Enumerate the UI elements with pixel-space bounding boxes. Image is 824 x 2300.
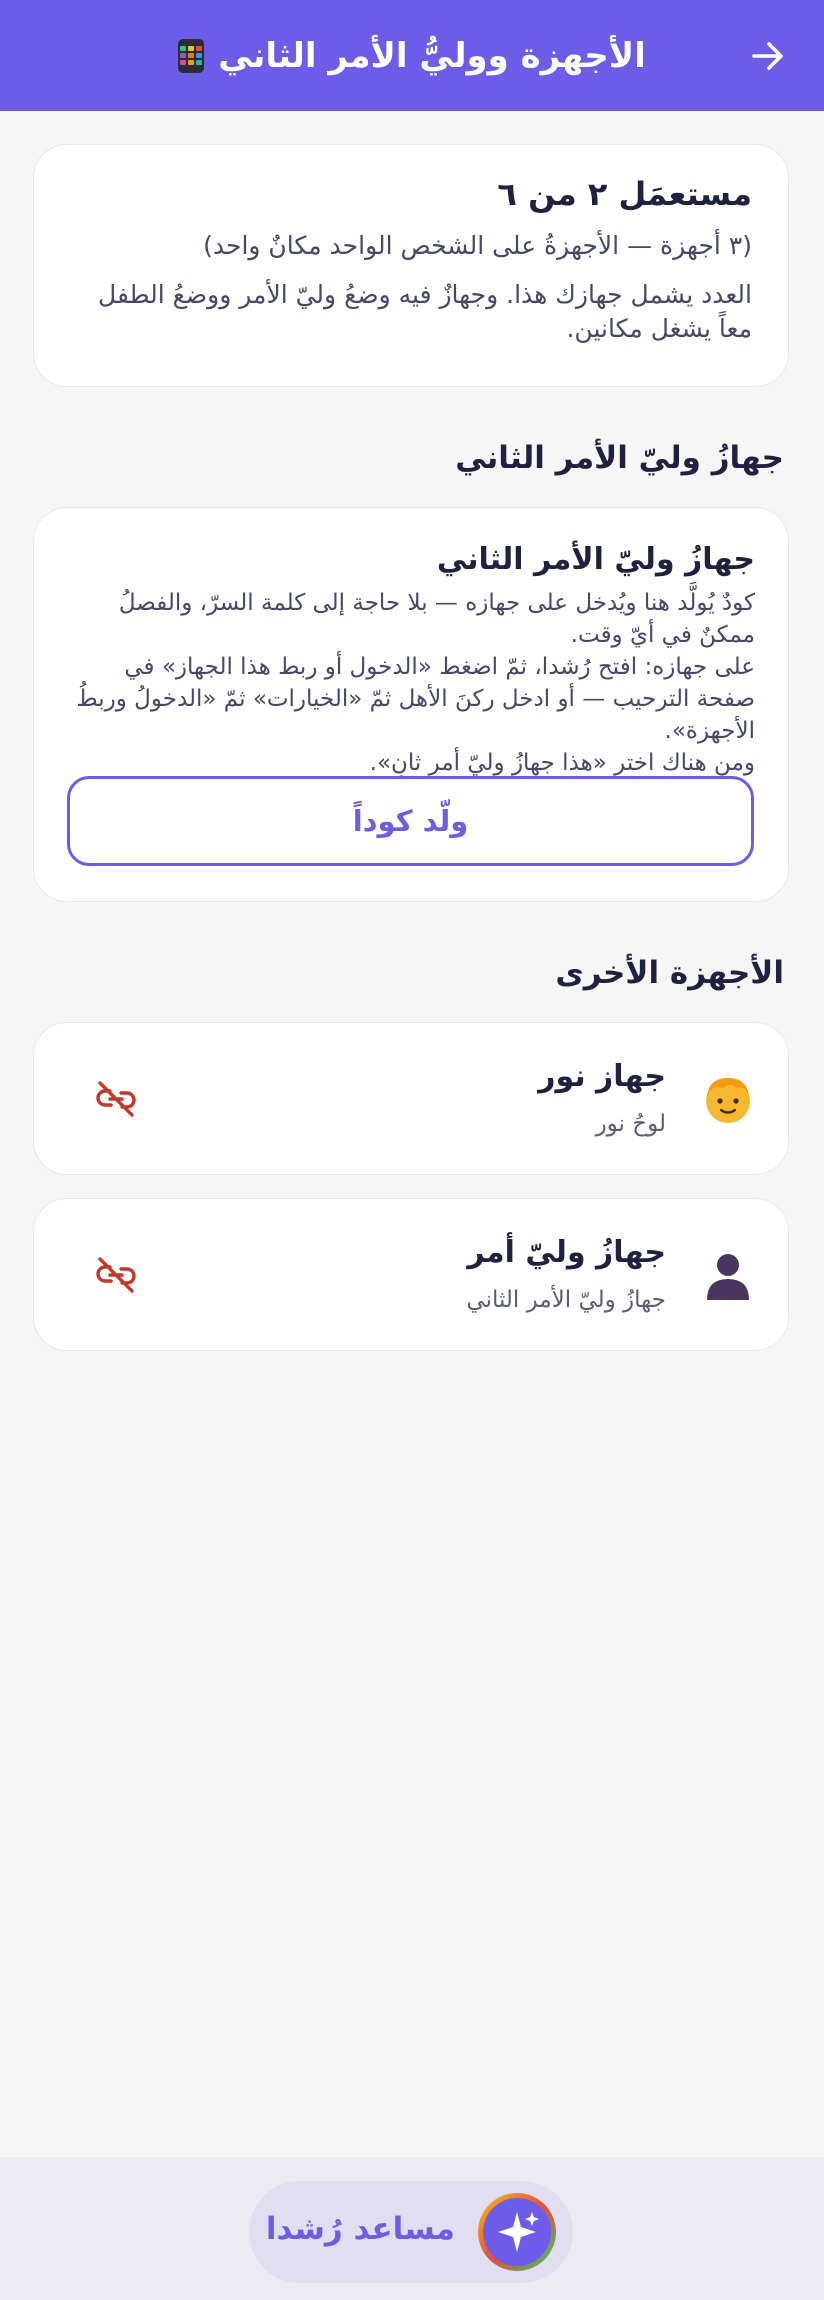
usage-description: العدد يشمل جهازك هذا. وجهازٌ فيه وضعُ ول…	[98, 280, 752, 343]
unlink-icon[interactable]	[92, 1251, 140, 1299]
parent-silhouette-icon	[707, 1253, 749, 1300]
device-subtitle: جهازُ وليّ الأمر الثاني	[466, 1287, 666, 1313]
app-header: الأجهزة ووليُّ الأمر الثاني	[0, 0, 824, 111]
device-name: جهاز نور	[538, 1059, 666, 1094]
usage-subtitle: (٣ أجهزة — الأجهزةُ على الشخص الواحد مكا…	[203, 231, 752, 260]
phone-grid-icon	[178, 38, 205, 73]
generate-code-button[interactable]: ولّد كوداً	[67, 776, 754, 866]
usage-title: مستعمَل ٢ من ٦	[497, 175, 752, 213]
header-title-wrap: الأجهزة ووليُّ الأمر الثاني	[0, 0, 824, 111]
other-devices-section-title: الأجهزة الأخرى	[555, 955, 784, 991]
device-subtitle: لوحُ نور	[595, 1111, 666, 1137]
device-row: جهازُ وليّ أمر جهازُ وليّ الأمر الثاني	[33, 1198, 789, 1351]
second-parent-card-title: جهازُ وليّ الأمر الثاني	[436, 542, 755, 577]
assistant-button[interactable]: مساعد رُشدا	[249, 2181, 573, 2283]
assistant-label: مساعد رُشدا	[265, 2211, 455, 2247]
pairing-instruction-2: على جهازه: افتح رُشدا، ثمّ اضغط «الدخول …	[76, 654, 755, 744]
unlink-icon[interactable]	[92, 1075, 140, 1123]
second-parent-section-title: جهازُ وليّ الأمر الثاني	[455, 440, 784, 476]
pairing-instruction-1: كودٌ يُولَّد هنا ويُدخل على جهازه — بلا …	[118, 590, 755, 648]
child-face-icon	[706, 1077, 750, 1123]
device-row: جهاز نور لوحُ نور	[33, 1022, 789, 1175]
second-parent-card: جهازُ وليّ الأمر الثاني كودٌ يُولَّد هنا…	[33, 507, 789, 902]
usage-card: مستعمَل ٢ من ٦ (٣ أجهزة — الأجهزةُ على ا…	[33, 144, 789, 387]
pairing-instruction-3: ومن هناك اختر «هذا جهازُ وليّ أمرٍ ثانٍ»…	[369, 750, 755, 776]
sparkles-icon	[478, 2193, 556, 2271]
page-title: الأجهزة ووليُّ الأمر الثاني	[218, 35, 646, 76]
device-name: جهازُ وليّ أمر	[467, 1235, 666, 1270]
